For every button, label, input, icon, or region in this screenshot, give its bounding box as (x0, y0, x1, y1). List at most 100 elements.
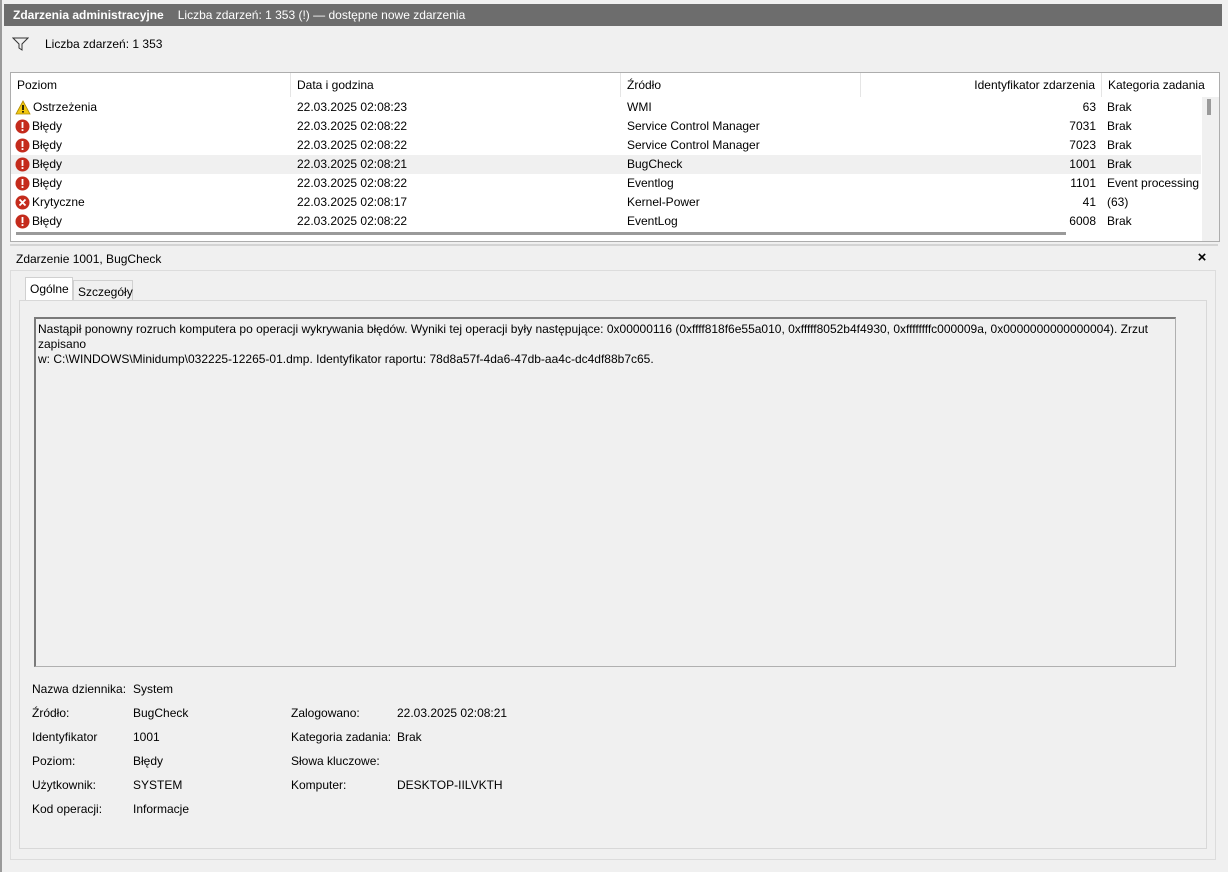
cell-event-id: 6008 (1069, 214, 1096, 228)
cell-event-id: 1101 (1070, 176, 1096, 190)
value-source: BugCheck (133, 706, 189, 720)
cell-source: Eventlog (627, 176, 674, 190)
cell-event-id: 7031 (1069, 119, 1096, 133)
scrollbar-thumb[interactable] (1207, 99, 1211, 115)
cell-category: Brak (1107, 138, 1132, 152)
event-description[interactable]: Nastąpił ponowny rozruch komputera po op… (34, 317, 1176, 667)
value-computer: DESKTOP-IILVKTH (397, 778, 503, 792)
window-left-edge (0, 0, 2, 872)
column-header-level[interactable]: Poziom (11, 73, 291, 97)
close-icon[interactable]: × (1193, 249, 1211, 267)
horizontal-scrollbar[interactable] (16, 232, 1066, 235)
label-opcode: Kod operacji: (32, 802, 103, 816)
value-user: SYSTEM (133, 778, 183, 792)
level-text: Krytyczne (32, 195, 85, 209)
cell-datetime: 22.03.2025 02:08:22 (297, 138, 408, 152)
label-user: Użytkownik: (32, 778, 97, 792)
cell-event-id: 7023 (1069, 138, 1096, 152)
window-title: Zdarzenia administracyjne (13, 8, 164, 22)
general-tab-content: Nastąpił ponowny rozruch komputera po op… (19, 300, 1207, 849)
description-line-1: Nastąpił ponowny rozruch komputera po op… (38, 322, 1148, 351)
cell-level: Błędy (15, 155, 295, 174)
tab-general[interactable]: Ogólne (25, 277, 73, 301)
level-text: Błędy (32, 157, 63, 171)
cell-category: Brak (1107, 100, 1132, 114)
cell-source: WMI (627, 100, 652, 114)
description-line-2: w: C:\WINDOWS\Minidump\032225-12265-01.d… (38, 352, 654, 366)
value-opcode: Informacje (133, 802, 190, 816)
cell-category: Event processing (1107, 176, 1200, 190)
error-icon (15, 119, 32, 134)
table-header: Poziom Data i godzina Źródło Identyfikat… (11, 73, 1205, 97)
table-row[interactable]: Błędy 22.03.2025 02:08:22 EventLog 6008 Brak (11, 212, 1201, 231)
cell-level: Błędy (15, 136, 295, 155)
cell-level: Ostrzeżenia (15, 98, 295, 117)
detail-pane: Ogólne Szczegóły Nastąpił ponowny rozruc… (10, 270, 1216, 860)
window-subtitle: Liczba zdarzeń: 1 353 (!) — dostępne now… (177, 8, 466, 22)
error-icon (15, 157, 32, 172)
pane-splitter[interactable] (10, 244, 1218, 246)
label-computer: Komputer: (291, 778, 347, 792)
cell-source: Service Control Manager (627, 138, 760, 152)
cell-source: Service Control Manager (627, 119, 760, 133)
events-table[interactable]: Poziom Data i godzina Źródło Identyfikat… (10, 72, 1220, 242)
table-row[interactable]: Błędy 22.03.2025 02:08:21 BugCheck 1001 Brak (11, 155, 1201, 174)
table-row[interactable]: Błędy 22.03.2025 02:08:22 Service Control … (11, 136, 1201, 155)
vertical-scrollbar[interactable] (1202, 97, 1219, 241)
cell-datetime: 22.03.2025 02:08:23 (297, 100, 408, 114)
column-header-event-id[interactable]: Identyfikator zdarzenia (861, 73, 1102, 97)
level-text: Błędy (32, 119, 63, 133)
error-icon (15, 214, 32, 229)
title-bar: Zdarzenia administracyjne Liczba zdarzeń… (4, 4, 1222, 26)
cell-category: Brak (1107, 214, 1132, 228)
table-row[interactable]: Krytyczne 22.03.2025 02:08:17 Kernel-Power… (11, 193, 1201, 212)
cell-category: (63) (1107, 195, 1129, 209)
critical-icon (15, 195, 32, 210)
label-logged: Zalogowano: (291, 706, 360, 720)
cell-source: BugCheck (627, 157, 683, 171)
column-header-source[interactable]: Źródło (621, 73, 861, 97)
cell-level: Błędy (15, 174, 295, 193)
error-icon (15, 176, 32, 191)
label-log-name: Nazwa dziennika: (32, 682, 127, 696)
cell-datetime: 22.03.2025 02:08:22 (297, 214, 408, 228)
tab-details[interactable]: Szczegóły (73, 280, 133, 302)
table-row[interactable]: Błędy 22.03.2025 02:08:22 Eventlog 1101 Even… (11, 174, 1201, 193)
table-row[interactable]: Błędy 22.03.2025 02:08:22 Service Control … (11, 117, 1201, 136)
column-header-category[interactable]: Kategoria zadania (1102, 73, 1212, 97)
column-header-datetime[interactable]: Data i godzina (291, 73, 621, 97)
value-logged: 22.03.2025 02:08:21 (397, 706, 508, 720)
cell-event-id: 1001 (1069, 157, 1096, 171)
warning-icon (15, 100, 33, 115)
cell-datetime: 22.03.2025 02:08:22 (297, 119, 408, 133)
cell-source: EventLog (627, 214, 678, 228)
cell-category: Brak (1107, 119, 1132, 133)
value-level: Błędy (133, 754, 164, 768)
label-id: Identyfikator (32, 730, 98, 744)
cell-datetime: 22.03.2025 02:08:22 (297, 176, 408, 190)
cell-datetime: 22.03.2025 02:08:21 (297, 157, 408, 171)
filter-bar: Liczba zdarzeń: 1 353 (12, 34, 162, 54)
value-log-name: System (133, 682, 174, 696)
cell-level: Błędy (15, 117, 295, 136)
label-keywords: Słowa kluczowe: (291, 754, 380, 768)
value-id: 1001 (133, 730, 160, 744)
cell-level: Błędy (15, 212, 295, 231)
event-count: Liczba zdarzeń: 1 353 (45, 37, 163, 51)
level-text: Błędy (32, 138, 63, 152)
level-text: Błędy (32, 176, 63, 190)
filter-icon[interactable] (12, 37, 29, 51)
cell-source: Kernel-Power (627, 195, 700, 209)
cell-level: Krytyczne (15, 193, 295, 212)
cell-event-id: 63 (1082, 100, 1096, 114)
level-text: Ostrzeżenia (33, 100, 98, 114)
level-text: Błędy (32, 214, 63, 228)
detail-title: Zdarzenie 1001, BugCheck (16, 252, 162, 266)
table-row[interactable]: Ostrzeżenia 22.03.2025 02:08:23 WMI 63 Brak (11, 98, 1201, 117)
label-source: Źródło: (32, 706, 70, 720)
error-icon (15, 138, 32, 153)
cell-event-id: 41 (1082, 195, 1096, 209)
label-task-category: Kategoria zadania: (291, 730, 392, 744)
label-level: Poziom: (32, 754, 76, 768)
value-task-category: Brak (397, 730, 422, 744)
